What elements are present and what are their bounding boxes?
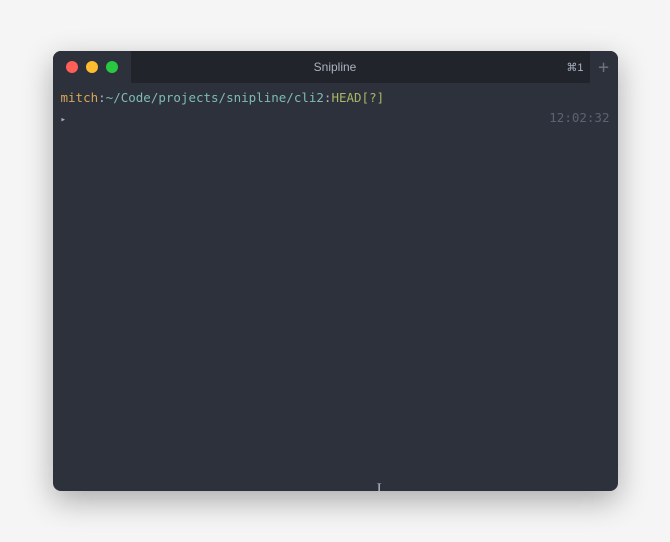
- tab-shortcut-hint: ⌘1: [566, 61, 589, 74]
- prompt-line: mitch:~/Code/projects/snipline/cli2:HEAD…: [61, 89, 610, 107]
- prompt-sep: :: [98, 89, 106, 107]
- titlebar: Snipline ⌘1 +: [53, 51, 618, 83]
- minimize-icon[interactable]: [86, 61, 98, 73]
- window-title: Snipline: [314, 60, 357, 74]
- prompt-path: ~/Code/projects/snipline/cli2: [106, 89, 324, 107]
- close-icon[interactable]: [66, 61, 78, 73]
- titlebar-right: ⌘1 +: [566, 51, 617, 83]
- prompt-git-ref: HEAD[?]: [331, 89, 384, 107]
- new-tab-button[interactable]: +: [590, 51, 618, 83]
- input-line: ▸ 12:02:32: [61, 109, 610, 127]
- prompt-sep: :: [324, 89, 332, 107]
- prompt-user: mitch: [61, 89, 99, 107]
- traffic-lights: [53, 51, 131, 83]
- text-cursor-icon: I: [377, 478, 382, 491]
- terminal-window: Snipline ⌘1 + mitch:~/Code/projects/snip…: [53, 51, 618, 491]
- prompt-symbol-icon: ▸: [61, 115, 66, 125]
- prompt-left: ▸: [61, 109, 72, 127]
- maximize-icon[interactable]: [106, 61, 118, 73]
- terminal-body[interactable]: mitch:~/Code/projects/snipline/cli2:HEAD…: [53, 83, 618, 491]
- timestamp: 12:02:32: [549, 109, 609, 127]
